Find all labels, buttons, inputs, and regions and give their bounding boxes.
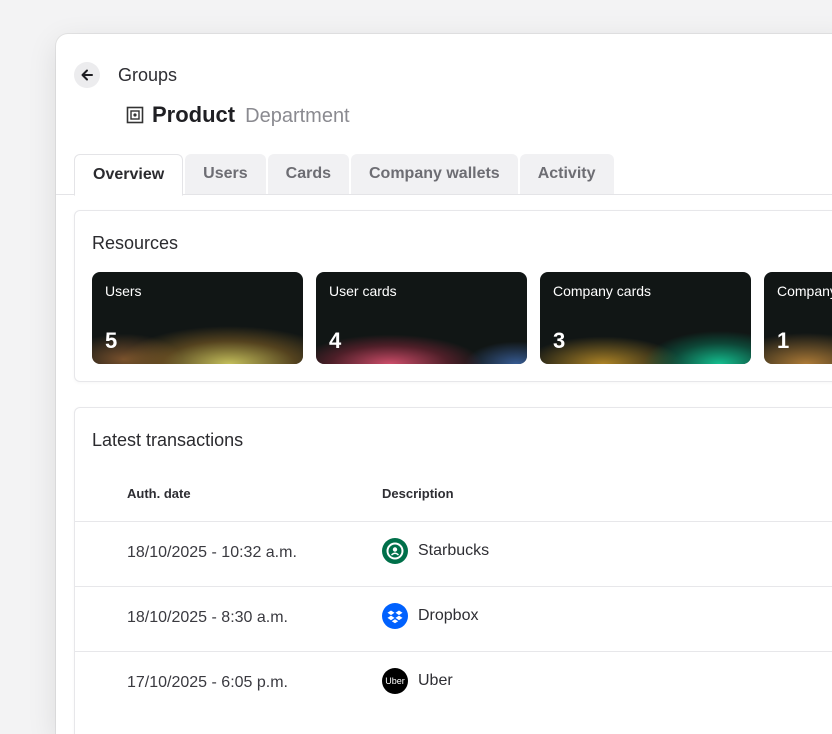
resource-label: User cards [329, 283, 397, 299]
transactions-title: Latest transactions [92, 430, 244, 450]
page-heading: Product Department [126, 102, 350, 128]
dropbox-logo-icon [382, 603, 408, 629]
resource-count: 3 [553, 328, 566, 353]
auth-date: 18/10/2025 - 8:30 a.m. [127, 609, 288, 626]
resource-label: Company [777, 283, 832, 299]
merchant-name: Uber [418, 672, 453, 689]
back-button[interactable] [74, 62, 100, 88]
page-title: Product [152, 102, 236, 127]
resource-card-company[interactable]: Company 1 [764, 272, 832, 364]
resources-panel: Resources Users 5 User cards 4 Company c… [74, 210, 832, 382]
tab-bar: Overview Users Cards Company wallets Act… [74, 154, 616, 196]
table-row[interactable]: 18/10/2025 - 8:30 a.m. Dropbox [75, 586, 832, 652]
department-icon [126, 106, 144, 124]
tab-overview[interactable]: Overview [74, 154, 184, 196]
starbucks-logo-icon [382, 538, 408, 564]
resource-card-company-cards[interactable]: Company cards 3 [540, 272, 751, 364]
resource-count: 1 [777, 328, 790, 353]
description-cell: Starbucks [382, 536, 489, 566]
description-cell: Uber Uber [382, 666, 453, 696]
merchant-name: Dropbox [418, 607, 479, 624]
auth-date: 18/10/2025 - 10:32 a.m. [127, 544, 297, 561]
resource-count: 5 [105, 328, 118, 353]
merchant-name: Starbucks [418, 542, 490, 559]
column-header-date[interactable]: Auth. date [127, 486, 191, 501]
column-header-description[interactable]: Description [382, 486, 454, 501]
tab-cards[interactable]: Cards [267, 154, 349, 194]
resources-title: Resources [92, 233, 179, 253]
resource-label: Users [105, 283, 142, 299]
tab-activity[interactable]: Activity [519, 154, 614, 194]
arrow-left-icon [81, 69, 93, 81]
resource-label: Company cards [553, 283, 652, 299]
auth-date: 17/10/2025 - 6:05 p.m. [127, 674, 288, 691]
tab-users[interactable]: Users [185, 154, 266, 194]
uber-logo-text: Uber [385, 676, 405, 686]
page-subtitle: Department [245, 105, 350, 127]
breadcrumb[interactable]: Groups [118, 65, 177, 86]
resource-count: 4 [329, 328, 342, 353]
resource-card-users[interactable]: Users 5 [92, 272, 303, 364]
description-cell: Dropbox [382, 601, 478, 631]
header: Groups [74, 62, 177, 88]
tab-company-wallets[interactable]: Company wallets [351, 154, 518, 194]
resource-card-user-cards[interactable]: User cards 4 [316, 272, 527, 364]
app-window: Groups Product Department Overview Users… [56, 34, 832, 734]
uber-logo-icon: Uber [382, 668, 408, 694]
table-row[interactable]: 18/10/2025 - 10:32 a.m. Starbucks [75, 521, 832, 587]
transactions-panel: Latest transactions Auth. date Descripti… [74, 407, 832, 734]
table-row[interactable]: 17/10/2025 - 6:05 p.m. Uber Uber [75, 651, 832, 717]
